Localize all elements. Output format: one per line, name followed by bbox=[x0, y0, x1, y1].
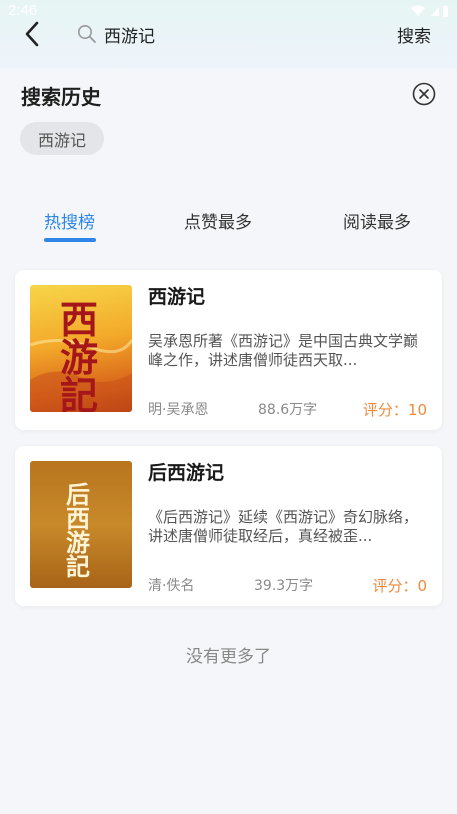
book-author: 清·佚名 bbox=[148, 578, 195, 594]
book-card[interactable]: 后 西 游 記 后西游记 《后西游记》延续《西游记》奇幻脉络，讲述唐僧师徒取经后… bbox=[15, 446, 442, 606]
tab-most-liked[interactable]: 点赞最多 bbox=[184, 208, 252, 233]
back-icon[interactable] bbox=[18, 18, 46, 50]
no-more-text: 没有更多了 bbox=[186, 647, 271, 667]
book-word-count: 88.6万字 bbox=[258, 402, 318, 418]
history-chip[interactable]: 西游记 bbox=[20, 122, 105, 155]
top-bar: 2:46 搜索 bbox=[0, 0, 457, 68]
status-time: 2:46 bbox=[8, 2, 38, 19]
tab-active-indicator bbox=[44, 238, 96, 242]
search-button[interactable]: 搜索 bbox=[397, 22, 431, 47]
tab-hot-search[interactable]: 热搜榜 bbox=[44, 208, 95, 233]
search-icon bbox=[77, 24, 97, 44]
book-word-count: 39.3万字 bbox=[254, 578, 314, 594]
book-card[interactable]: 西 游 記 西游记 吴承恩所著《西游记》是中国古典文学巅峰之作，讲述唐僧师徒西天… bbox=[15, 270, 442, 430]
book-description: 吴承恩所著《西游记》是中国古典文学巅峰之作，讲述唐僧师徒西天取... bbox=[148, 332, 419, 369]
cover-char: 記 bbox=[60, 373, 99, 412]
book-score: 评分：0 bbox=[372, 577, 427, 595]
book-title: 西游记 bbox=[148, 286, 206, 308]
book-author: 明·吴承恩 bbox=[148, 402, 209, 418]
cover-char: 記 bbox=[66, 552, 90, 581]
search-input[interactable] bbox=[104, 20, 364, 48]
book-description: 《后西游记》延续《西游记》奇幻脉络，讲述唐僧师徒取经后，真经被歪... bbox=[148, 508, 419, 545]
book-title: 后西游记 bbox=[148, 462, 225, 484]
search-history-title: 搜索历史 bbox=[21, 85, 101, 109]
tab-most-read[interactable]: 阅读最多 bbox=[343, 208, 411, 233]
book-score: 评分：10 bbox=[362, 401, 427, 419]
status-icons bbox=[409, 4, 449, 21]
book-cover: 西 游 記 bbox=[30, 285, 132, 412]
clear-history-icon[interactable] bbox=[412, 82, 436, 106]
book-cover: 后 西 游 記 bbox=[30, 461, 132, 588]
